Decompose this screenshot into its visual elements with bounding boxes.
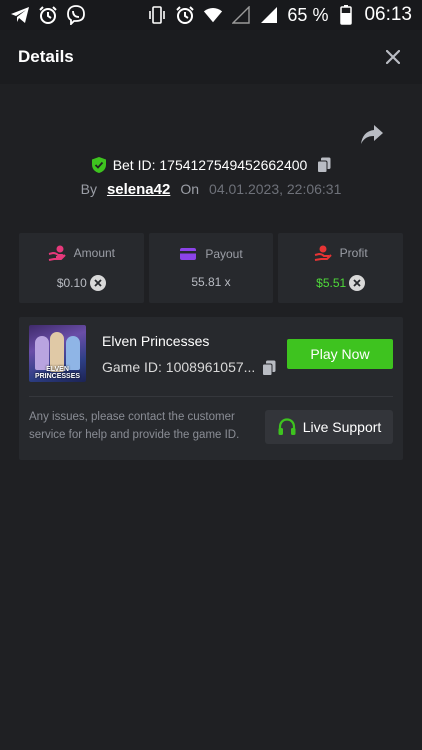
viber-icon	[66, 5, 86, 25]
headset-icon	[278, 418, 296, 435]
status-bar: 65 % 06:13	[0, 0, 422, 30]
share-icon	[361, 125, 383, 144]
stat-amount-value-row: $0.10	[57, 275, 106, 291]
battery-percent: 65 %	[287, 4, 329, 25]
game-name: Elven Princesses	[102, 333, 210, 349]
alarm-icon	[175, 5, 195, 25]
card-icon	[180, 248, 197, 260]
username-link[interactable]: selena42	[107, 181, 170, 198]
stat-amount-value: $0.10	[56, 276, 87, 290]
bet-date: 04.01.2023, 22:06:31	[209, 181, 342, 197]
thumbnail-label: ELVEN PRINCESSES	[34, 366, 81, 380]
alarm-icon	[38, 5, 58, 25]
stat-payout: Payout 55.81 x	[148, 233, 274, 303]
bet-stats: Amount $0.10 Payout 55.81 x Profit $5.51	[19, 233, 404, 303]
play-now-button[interactable]: Play Now	[287, 339, 393, 369]
by-label: By	[80, 181, 97, 197]
telegram-icon	[10, 5, 30, 25]
thumbnail-figure	[35, 336, 49, 370]
clock: 06:13	[364, 4, 412, 25]
thumbnail-figure	[66, 336, 80, 370]
hand-coins-icon	[48, 245, 66, 261]
close-button[interactable]	[382, 46, 404, 68]
bet-id: Bet ID: 1754127549452662400	[112, 157, 308, 173]
stat-payout-head: Payout	[179, 247, 243, 261]
game-id: Game ID: 1008961057...	[102, 359, 256, 375]
game-card: ELVEN PRINCESSES Elven Princesses Game I…	[19, 317, 403, 460]
stat-payout-label: Payout	[205, 247, 243, 261]
bet-meta-row: By selena42 On 04.01.2023, 22:06:31	[0, 179, 422, 199]
on-label: On	[180, 181, 200, 197]
verified-shield-icon	[91, 157, 106, 173]
stat-amount-head: Amount	[48, 245, 115, 261]
copy-bet-id-icon[interactable]	[317, 157, 331, 173]
stat-profit-value-row: $5.51	[316, 275, 366, 291]
stat-amount-label: Amount	[73, 246, 116, 260]
vibrate-icon	[147, 5, 167, 25]
status-right-icons: 65 % 06:13	[147, 4, 412, 26]
details-content: Bet ID: 1754127549452662400 By selena42 …	[0, 84, 422, 750]
stat-payout-value-row: 55.81 x	[191, 275, 230, 289]
currency-icon	[349, 275, 366, 291]
divider	[29, 396, 393, 397]
wifi-icon	[203, 5, 223, 25]
support-hint-text: Any issues, please contact the customer …	[29, 411, 240, 441]
details-header: Details	[0, 30, 422, 84]
stat-profit-head: Profit	[314, 245, 368, 261]
currency-icon	[89, 275, 106, 291]
battery-icon	[336, 5, 356, 25]
stat-amount: Amount $0.10	[19, 233, 144, 303]
signal-icon	[259, 5, 279, 25]
close-icon	[386, 50, 400, 64]
game-thumbnail[interactable]: ELVEN PRINCESSES	[29, 325, 86, 382]
stat-profit-label: Profit	[339, 246, 368, 260]
page-title: Details	[18, 47, 74, 66]
live-support-label: Live Support	[302, 419, 382, 435]
hand-profit-icon	[314, 245, 332, 261]
live-support-button[interactable]: Live Support	[265, 410, 393, 444]
stat-profit: Profit $5.51	[278, 233, 404, 303]
stat-payout-value: 55.81 x	[191, 275, 231, 289]
copy-game-id-icon[interactable]	[262, 360, 276, 376]
bet-id-row: Bet ID: 1754127549452662400	[0, 154, 422, 176]
stat-profit-value: $5.51	[316, 276, 347, 290]
share-button[interactable]	[360, 124, 384, 146]
status-left-icons	[10, 5, 86, 25]
signal-empty-icon	[231, 5, 251, 25]
